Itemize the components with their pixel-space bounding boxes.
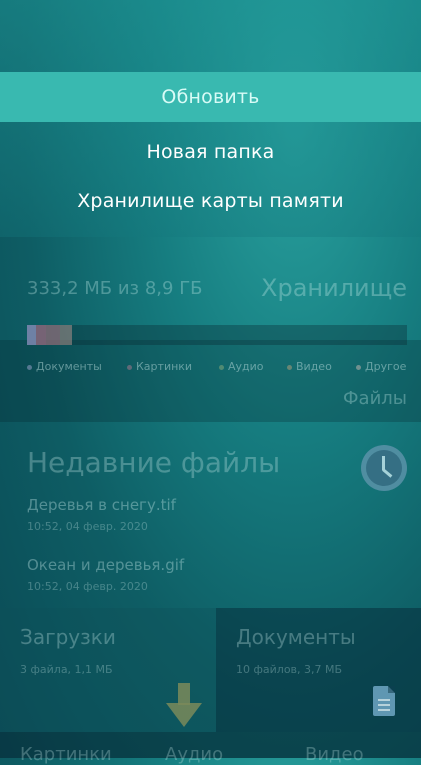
legend-images: Картинки <box>127 360 192 373</box>
bottom-tiles-row: Картинки Аудио Видео <box>0 732 421 765</box>
bar-segment-audio <box>46 325 60 345</box>
video-tile-title[interactable]: Видео <box>305 744 364 765</box>
refresh-menu-item[interactable]: Обновить <box>0 72 421 122</box>
bar-segment-other <box>60 325 72 345</box>
legend-documents: Документы <box>27 360 102 373</box>
recent-file-meta: 10:52, 04 февр. 2020 <box>27 580 148 593</box>
legend-other: Другое <box>356 360 406 373</box>
downloads-meta: 3 файла, 1,1 МБ <box>20 663 113 676</box>
storage-usage-bar <box>27 325 407 345</box>
memory-card-storage-menu-item[interactable]: Хранилище карты памяти <box>0 190 421 212</box>
recent-file-meta: 10:52, 04 февр. 2020 <box>27 520 148 533</box>
storage-used-text: 333,2 МБ из 8,9 ГБ <box>27 278 203 299</box>
recent-file-name[interactable]: Океан и деревья.gif <box>27 556 184 574</box>
clock-icon[interactable] <box>361 445 407 491</box>
recent-files-title: Недавние файлы <box>27 446 281 479</box>
dot-icon <box>287 364 292 370</box>
bar-segment-documents <box>27 325 36 345</box>
legend-audio: Аудио <box>219 360 264 373</box>
downloads-title: Загрузки <box>20 625 116 649</box>
audio-tile-title[interactable]: Аудио <box>165 744 223 765</box>
documents-title: Документы <box>236 625 356 649</box>
documents-meta: 10 файлов, 3,7 МБ <box>236 663 343 676</box>
storage-section-band <box>0 340 421 422</box>
dot-icon <box>127 364 132 370</box>
legend-video: Видео <box>287 360 332 373</box>
storage-title[interactable]: Хранилище <box>261 274 407 302</box>
dot-icon <box>356 364 361 370</box>
dot-icon <box>219 364 224 370</box>
new-folder-menu-item[interactable]: Новая папка <box>0 141 421 163</box>
images-tile-title[interactable]: Картинки <box>20 744 112 765</box>
document-icon <box>373 686 395 716</box>
dot-icon <box>27 364 32 370</box>
files-link[interactable]: Файлы <box>343 388 407 409</box>
download-arrow-icon <box>166 683 202 727</box>
recent-file-name[interactable]: Деревья в снегу.tif <box>27 496 176 514</box>
bar-segment-images <box>36 325 46 345</box>
